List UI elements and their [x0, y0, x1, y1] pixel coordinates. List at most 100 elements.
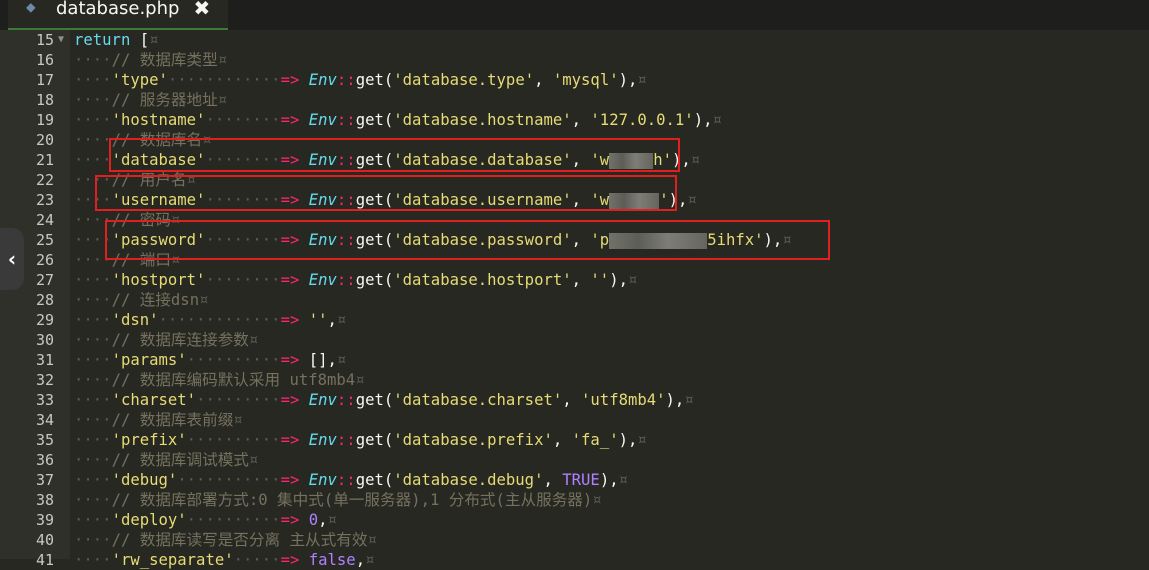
code-token: ),	[693, 111, 713, 129]
code-line[interactable]: ····// 数据库调试模式¤	[74, 450, 258, 470]
code-line[interactable]: ····'rw_separate'·····=> false,¤	[74, 550, 374, 570]
close-icon[interactable]: ✖	[193, 0, 210, 20]
code-token: ,	[552, 431, 572, 449]
code-line[interactable]: ····'deploy'··········=> 0,¤	[74, 510, 337, 530]
code-token: // 数据库读写是否分离 主从式有效	[111, 531, 368, 549]
code-line[interactable]: ····// 数据库读写是否分离 主从式有效¤	[74, 530, 377, 550]
code-token: 'database.debug'	[393, 471, 544, 489]
code-token: // 服务器地址	[111, 91, 218, 109]
code-token: ::	[336, 471, 356, 489]
code-line[interactable]: ····// 数据库类型¤	[74, 50, 227, 70]
code-token: ···········	[177, 471, 281, 489]
php-file-icon: ◆	[26, 0, 36, 16]
tab-label: database.php	[56, 0, 180, 19]
code-token: ),	[665, 391, 685, 409]
code-line[interactable]: ····// 服务器地址¤	[74, 90, 227, 110]
eol-marker: ¤	[365, 551, 375, 569]
code-line[interactable]: ····'type'············=> Env::get('datab…	[74, 70, 647, 90]
code-token: ·········	[196, 391, 281, 409]
line-number: 20	[35, 131, 54, 149]
line-number: 30	[35, 331, 54, 349]
line-number: 37	[35, 471, 54, 489]
eol-marker: ¤	[592, 491, 602, 509]
code-token: ,	[571, 271, 591, 289]
code-token: // 数据库编码默认采用 utf8mb4	[111, 371, 356, 389]
eol-marker: ¤	[684, 391, 694, 409]
code-token: ··········	[186, 511, 281, 529]
code-token: 'rw_separate'	[111, 551, 234, 569]
highlight-box-database	[109, 138, 680, 172]
code-line[interactable]: ····'debug'···········=> Env::get('datab…	[74, 470, 628, 490]
code-token: ''	[590, 271, 610, 289]
code-token: get(	[355, 271, 394, 289]
code-token: Env	[308, 71, 337, 89]
side-panel-toggle[interactable]: ‹	[0, 228, 24, 290]
code-token: '127.0.0.1'	[590, 111, 694, 129]
code-token: =>	[280, 71, 300, 89]
code-token: ,	[571, 111, 591, 129]
code-line[interactable]: ····'params'··········=> [],¤	[74, 350, 346, 370]
line-number-gutter: 15 ▼ 16 17 18 19 20 21 22 23 24 25 26 27 28 29 30 31 32 33 3…	[0, 30, 70, 569]
indent-dots: ····	[74, 391, 112, 409]
eol-marker: ¤	[199, 291, 209, 309]
code-line[interactable]: ····'hostname'········=> Env::get('datab…	[74, 110, 722, 130]
code-line[interactable]: ····// 数据库表前缀¤	[74, 410, 243, 430]
code-token: ),	[609, 271, 628, 289]
highlight-box-username	[95, 175, 677, 211]
indent-dots: ····	[74, 411, 112, 429]
code-token: ::	[336, 111, 356, 129]
code-token: 'mysql'	[552, 71, 619, 89]
eol-marker: ¤	[690, 151, 701, 169]
code-line[interactable]: ····// 连接dsn¤	[74, 290, 208, 310]
code-token: get(	[355, 71, 394, 89]
code-line[interactable]: ····// 数据库编码默认采用 utf8mb4¤	[74, 370, 365, 390]
line-number: 18	[35, 91, 54, 109]
code-token: Env	[308, 271, 337, 289]
code-editor[interactable]: return [¤ ····// 数据库类型¤ ····'type'········…	[74, 30, 1149, 569]
code-token: Env	[308, 471, 337, 489]
indent-dots: ····	[74, 511, 112, 529]
code-token: get(	[355, 111, 394, 129]
fold-arrow-icon[interactable]: ▼	[58, 30, 64, 50]
code-token: 'database.charset'	[393, 391, 563, 409]
eol-marker: ¤	[367, 531, 377, 549]
highlight-box-password	[105, 220, 830, 260]
code-token: =>	[280, 351, 300, 369]
code-line[interactable]: ····// 数据库部署方式:0 集中式(单一服务器),1 分布式(主从服务器)…	[74, 490, 602, 510]
code-token: ·············	[158, 311, 281, 329]
code-token: Env	[308, 431, 337, 449]
indent-dots: ····	[74, 311, 112, 329]
code-token: 'hostport'	[111, 271, 206, 289]
indent-dots: ····	[74, 531, 112, 549]
code-line[interactable]: ····'prefix'··········=> Env::get('datab…	[74, 430, 647, 450]
code-token: 'debug'	[111, 471, 178, 489]
code-token: ::	[336, 431, 356, 449]
code-token: ''	[308, 311, 328, 329]
code-token: ··········	[186, 351, 281, 369]
code-token: 'database.type'	[393, 71, 535, 89]
eol-marker: ¤	[637, 431, 647, 449]
code-token: 'deploy'	[111, 511, 187, 529]
code-token: =>	[280, 271, 300, 289]
code-token: 'charset'	[111, 391, 197, 409]
code-line[interactable]: ····'dsn'·············=> '',¤	[74, 310, 346, 330]
code-line[interactable]: return [¤	[74, 30, 159, 50]
line-number: 40	[35, 531, 54, 549]
code-token: =>	[280, 311, 300, 329]
eol-marker: ¤	[712, 111, 722, 129]
code-token: ,	[327, 311, 337, 329]
line-number: 17	[35, 71, 54, 89]
tab-bar: ◆ database.php ✖	[0, 0, 1149, 30]
eol-marker: ¤	[336, 311, 347, 329]
code-token: 'database.hostport'	[393, 271, 572, 289]
code-line[interactable]: ····'hostport'········=> Env::get('datab…	[74, 270, 637, 290]
code-line[interactable]: ····// 数据库连接参数¤	[74, 330, 258, 350]
indent-dots: ····	[74, 131, 112, 149]
eol-marker: ¤	[327, 511, 337, 529]
code-line[interactable]: ····'charset'·········=> Env::get('datab…	[74, 390, 694, 410]
eol-marker: ¤	[627, 271, 638, 289]
tab-database-php[interactable]: ◆ database.php ✖	[8, 0, 228, 30]
